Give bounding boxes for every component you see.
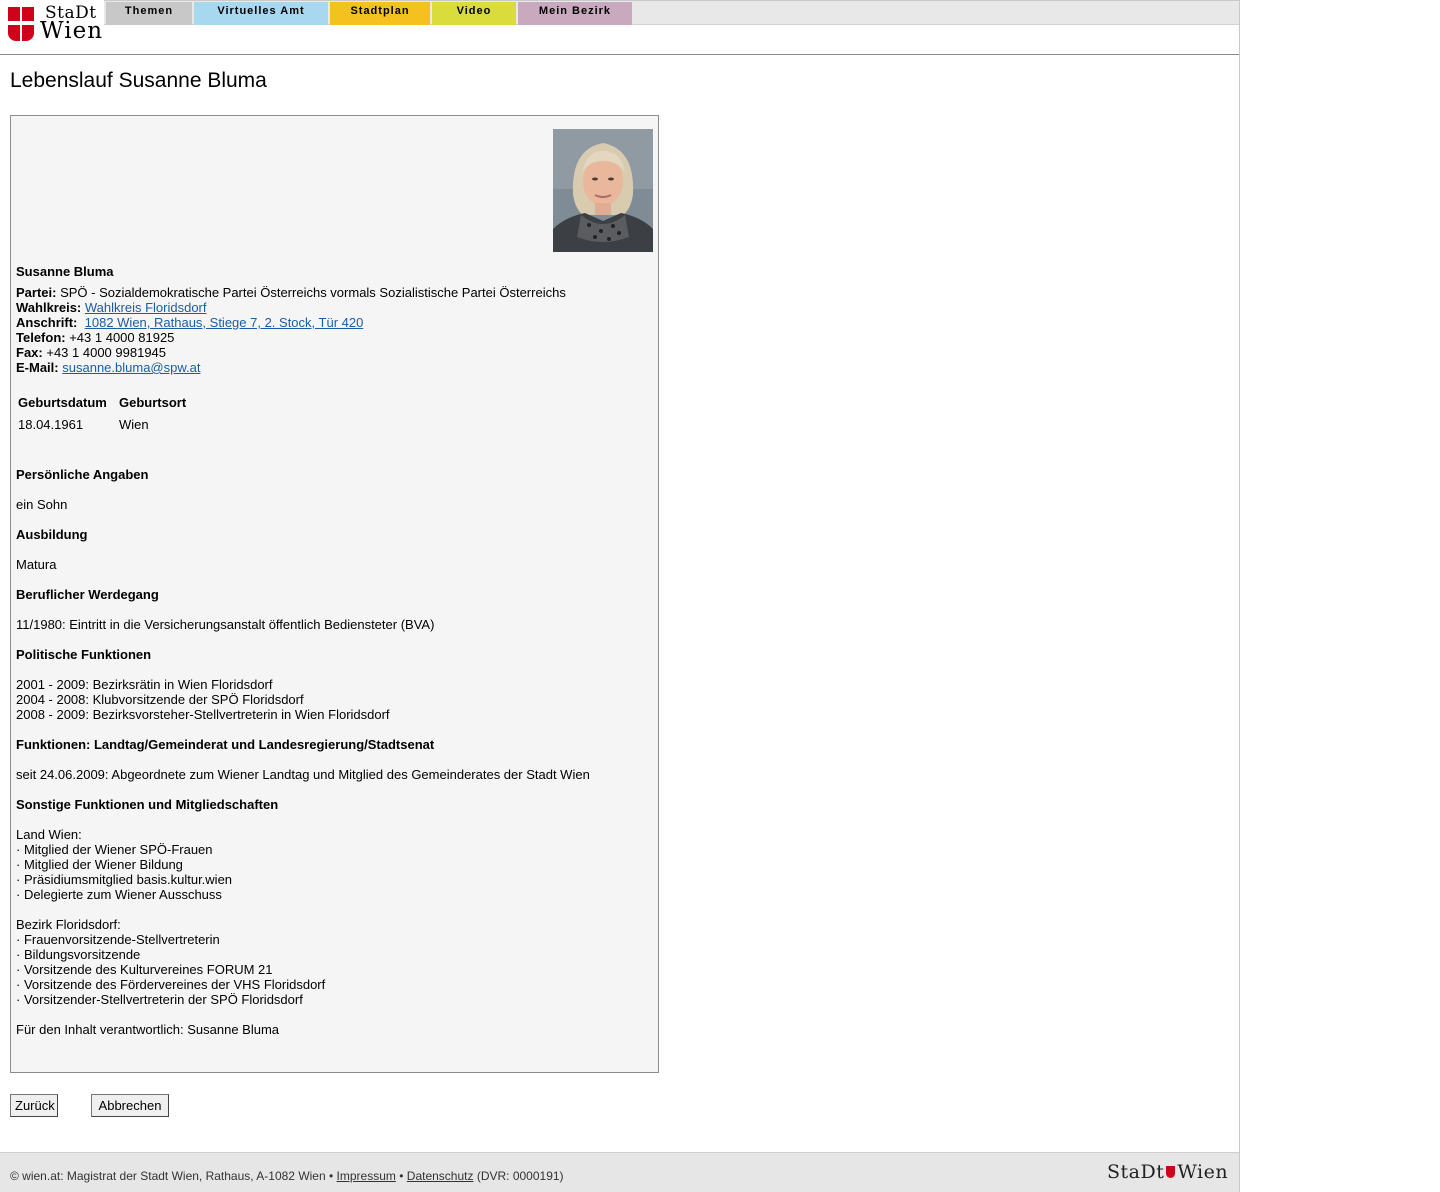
portrait-image <box>553 129 653 252</box>
wahlkreis-row: Wahlkreis: Wahlkreis Floridsdorf <box>16 300 207 315</box>
section-line: 2008 - 2009: Bezirksvorsteher-Stellvertr… <box>16 707 390 722</box>
nav-tab-mein-bezirk[interactable]: Mein Bezirk <box>518 2 632 25</box>
logo-shield-bottom-left-icon <box>8 25 20 41</box>
section-line: · Präsidiumsmitglied basis.kultur.wien <box>16 872 233 887</box>
footer-dvr: (DVR: 0000191) <box>476 1169 564 1183</box>
birth-table-cell-date: 18.04.1961 <box>18 417 84 432</box>
birth-table-cell-place: Wien <box>119 417 149 432</box>
nav-tab-virtuelles-amt[interactable]: Virtuelles Amt <box>194 2 328 25</box>
fax-row: Fax: +43 1 4000 9981945 <box>16 345 166 360</box>
header: StaDt Wien Themen Virtuelles Amt Stadtpl… <box>0 0 1239 55</box>
section-line: · Vorsitzende des Fördervereines der VHS… <box>16 977 326 992</box>
email-label: E-Mail: <box>16 360 59 375</box>
responsible-note: Für den Inhalt verantwortlich: Susanne B… <box>16 1022 280 1037</box>
section-line: 11/1980: Eintritt in die Versicherungsan… <box>16 617 435 632</box>
section-line: Bezirk Floridsdorf: <box>16 917 121 932</box>
footer-logo-wien: Wien <box>1177 1161 1229 1183</box>
page: StaDt Wien Themen Virtuelles Amt Stadtpl… <box>0 0 1240 1192</box>
section-heading-politisch: Politische Funktionen <box>16 647 152 662</box>
section-line: Matura <box>16 557 57 572</box>
footer-logo-shield-icon <box>1166 1166 1176 1178</box>
footer: © wien.at: Magistrat der Stadt Wien, Rat… <box>0 1152 1239 1192</box>
section-line: · Vorsitzender-Stellvertreterin der SPÖ … <box>16 992 303 1007</box>
stadt-wien-logo[interactable]: StaDt Wien <box>0 0 104 52</box>
section-heading-beruf: Beruflicher Werdegang <box>16 587 159 602</box>
email-row: E-Mail: susanne.bluma@spw.at <box>16 360 200 375</box>
telefon-label: Telefon: <box>16 330 66 345</box>
datenschutz-link[interactable]: Datenschutz <box>407 1169 474 1183</box>
logo-shield-bottom-right-icon <box>22 25 34 41</box>
section-heading-persoenlich: Persönliche Angaben <box>16 467 149 482</box>
section-line: · Bildungsvorsitzende <box>16 947 141 962</box>
email-link[interactable]: susanne.bluma@spw.at <box>62 360 200 375</box>
section-line: 2004 - 2008: Klubvorsitzende der SPÖ Flo… <box>16 692 304 707</box>
section-line: ein Sohn <box>16 497 68 512</box>
logo-text-wien: Wien <box>40 18 104 44</box>
wahlkreis-label: Wahlkreis: <box>16 300 82 315</box>
profile-name: Susanne Bluma <box>16 264 114 279</box>
section-line: · Vorsitzende des Kulturvereines FORUM 2… <box>16 962 273 977</box>
cancel-button[interactable]: Abbrechen <box>91 1094 169 1117</box>
section-line: 2001 - 2009: Bezirksrätin in Wien Florid… <box>16 677 273 692</box>
logo-shield-right-icon <box>22 7 34 21</box>
partei-value: SPÖ - Sozialdemokratische Partei Österre… <box>60 285 566 300</box>
fax-value: +43 1 4000 9981945 <box>46 345 167 360</box>
back-button[interactable]: Zurück <box>10 1094 58 1117</box>
profile-box: Susanne Bluma Partei: SPÖ - Sozialdemokr… <box>10 115 659 1073</box>
section-heading-landtag: Funktionen: Landtag/Gemeinderat und Land… <box>16 737 435 752</box>
anschrift-link[interactable]: 1082 Wien, Rathaus, Stiege 7, 2. Stock, … <box>85 315 364 330</box>
section-line: · Frauenvorsitzende-Stellvertreterin <box>16 932 220 947</box>
footer-logo[interactable]: StaDt Wien <box>1107 1161 1228 1183</box>
birth-table-header-place: Geburtsort <box>119 395 187 410</box>
section-line: · Delegierte zum Wiener Ausschuss <box>16 887 222 902</box>
footer-separator: • <box>399 1169 404 1183</box>
section-line: · Mitglied der Wiener SPÖ-Frauen <box>16 842 213 857</box>
page-title: Lebenslauf Susanne Bluma <box>10 69 267 92</box>
telefon-row: Telefon: +43 1 4000 81925 <box>16 330 174 345</box>
nav-tab-stadtplan[interactable]: Stadtplan <box>330 2 430 25</box>
anschrift-label: Anschrift: <box>16 315 78 330</box>
wahlkreis-link[interactable]: Wahlkreis Floridsdorf <box>85 300 207 315</box>
section-line: seit 24.06.2009: Abgeordnete zum Wiener … <box>16 767 590 782</box>
section-line: Land Wien: <box>16 827 82 842</box>
footer-logo-stadt: StaDt <box>1107 1161 1165 1183</box>
birth-table-header-date: Geburtsdatum <box>18 395 107 410</box>
fax-label: Fax: <box>16 345 43 360</box>
section-line: · Mitglied der Wiener Bildung <box>16 857 183 872</box>
nav-tab-themen[interactable]: Themen <box>106 2 192 25</box>
footer-copyright: © wien.at: Magistrat der Stadt Wien, Rat… <box>10 1169 334 1183</box>
impressum-link[interactable]: Impressum <box>337 1169 396 1183</box>
partei-label: Partei: <box>16 285 57 300</box>
section-heading-ausbildung: Ausbildung <box>16 527 88 542</box>
section-heading-sonstige: Sonstige Funktionen und Mitgliedschaften <box>16 797 279 812</box>
partei-row: Partei: SPÖ - Sozialdemokratische Partei… <box>16 285 566 300</box>
telefon-value: +43 1 4000 81925 <box>69 330 175 345</box>
footer-text: © wien.at: Magistrat der Stadt Wien, Rat… <box>10 1169 564 1183</box>
logo-shield-left-icon <box>8 7 20 21</box>
portrait-photo <box>553 129 653 252</box>
nav-tab-video[interactable]: Video <box>432 2 516 25</box>
blank-side-area <box>1240 0 1440 1192</box>
anschrift-row: Anschrift: 1082 Wien, Rathaus, Stiege 7,… <box>16 315 363 330</box>
